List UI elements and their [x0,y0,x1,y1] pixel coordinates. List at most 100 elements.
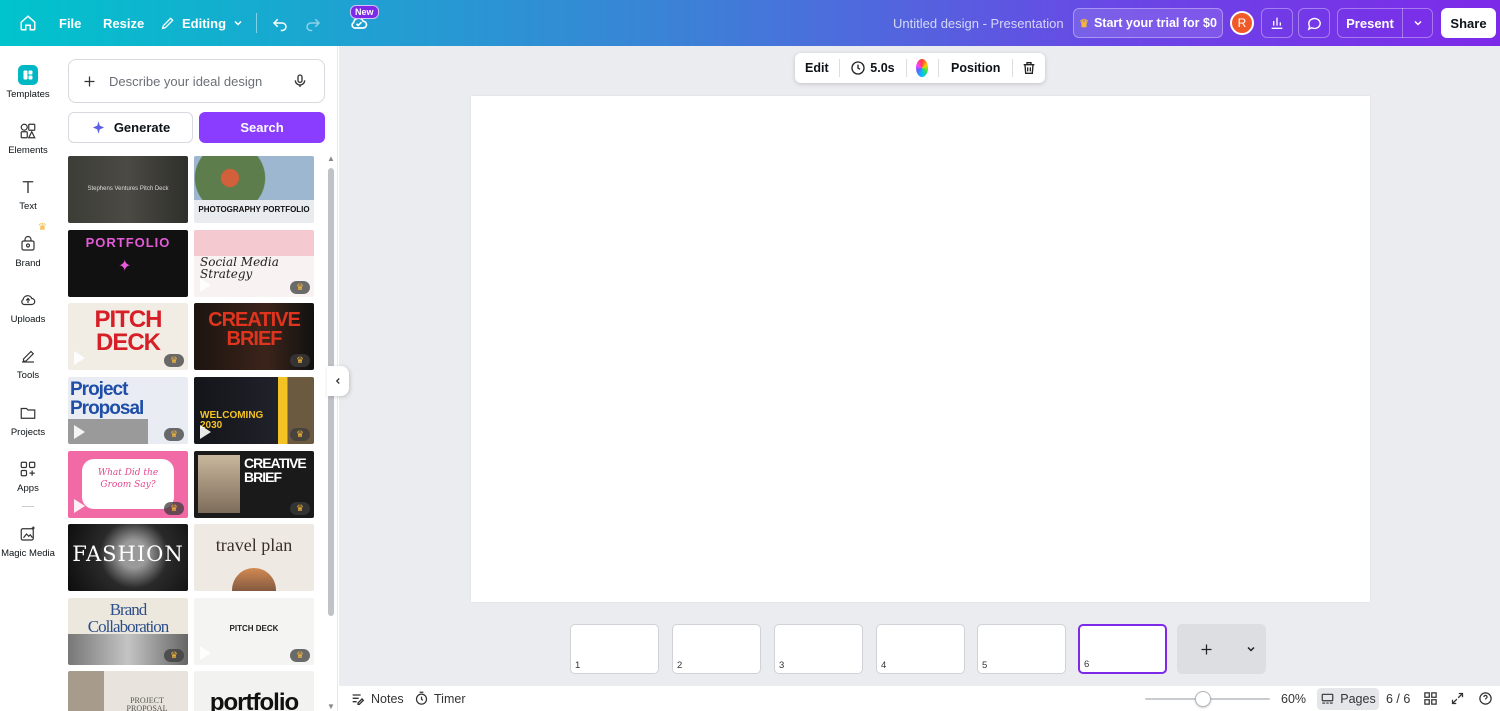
rail-item-projects[interactable]: Projects [0,402,56,438]
document-title[interactable]: Untitled design - Presentation [893,0,1064,46]
page-thumbnail-active[interactable]: 6 [1078,624,1167,674]
template-card[interactable]: What Did the Groom Say? ♛ [68,451,188,518]
template-title: PROJECT PROPOSAL [126,696,168,711]
page-thumbnail[interactable]: 1 [570,624,659,674]
page-thumbnail[interactable]: 4 [876,624,965,674]
template-title: CREATIVE BRIEF [208,309,301,350]
template-card[interactable]: portfolio [194,671,314,711]
generate-label: Generate [113,120,171,135]
crown-icon: ♛ [1079,17,1089,30]
avatar[interactable]: R [1230,11,1254,35]
page-thumbnail[interactable]: 5 [977,624,1066,674]
element-toolbar: Edit 5.0s Position [795,53,1045,83]
template-title: Brand Collaboration [87,600,169,636]
trash-icon[interactable] [1013,60,1045,76]
template-title: portfolio [209,689,299,711]
file-menu-button[interactable]: File [59,0,81,46]
scroll-down-arrow-icon[interactable]: ▼ [327,702,335,711]
design-search-input[interactable] [109,73,289,89]
template-card[interactable]: CREATIVE BRIEF ♛ [194,303,314,370]
present-options-chevron-icon[interactable] [1403,17,1432,29]
resize-button[interactable]: Resize [103,0,144,46]
rail-item-tools[interactable]: Tools [0,345,56,381]
zoom-slider-handle[interactable] [1195,691,1211,707]
add-page-button[interactable] [1177,624,1266,674]
pencil-icon [161,17,174,30]
toolbar-divider [256,13,257,33]
present-button[interactable]: Present [1337,8,1433,38]
rail-item-templates[interactable]: Templates [0,64,56,100]
editing-mode-button[interactable]: Editing [160,0,244,46]
projects-icon [20,407,36,419]
template-card[interactable]: PITCH DECK ♛ [194,598,314,665]
notes-button[interactable]: Notes [350,686,404,711]
undo-icon[interactable] [270,0,290,46]
uploads-icon [21,295,36,306]
grid-view-icon[interactable] [1423,686,1438,711]
play-icon [74,499,85,513]
left-rail: Templates Elements Text ♛ Brand Uploads … [0,46,56,711]
template-card[interactable]: WELCOMING 2030 ♛ [194,377,314,444]
collapse-panel-button[interactable] [327,366,349,396]
brand-icon [21,235,35,251]
slide-canvas[interactable] [471,96,1370,602]
start-trial-button[interactable]: ♛ Start your trial for $0 [1073,8,1223,38]
rail-item-elements[interactable]: Elements [0,120,56,156]
color-picker-button[interactable] [916,59,929,77]
edit-button[interactable]: Edit [795,61,839,75]
rail-item-apps[interactable]: Apps [0,458,56,494]
microphone-icon[interactable] [292,72,308,93]
templates-panel: Generate Search Stephens Ventures Pitch … [56,46,338,711]
chevron-down-icon[interactable] [1235,643,1266,655]
help-icon[interactable] [1478,686,1493,711]
template-card[interactable]: FASHION [68,524,188,591]
fullscreen-icon[interactable] [1450,686,1465,711]
zoom-level[interactable]: 60% [1281,686,1306,711]
template-card[interactable]: Social Media Strategy ♛ [194,230,314,297]
page-thumbnail[interactable]: 3 [774,624,863,674]
page-thumbnail[interactable]: 2 [672,624,761,674]
design-search-box[interactable] [68,59,325,103]
pages-view-button[interactable]: Pages [1317,688,1379,710]
template-image [232,568,276,591]
elements-icon [20,123,36,139]
templates-icon [18,65,38,85]
home-icon[interactable] [16,0,40,46]
rail-item-text[interactable]: Text [0,176,56,212]
duration-button[interactable]: 5.0s [839,60,905,76]
template-title: PITCH DECK [229,624,279,633]
insights-button[interactable] [1261,8,1293,38]
template-card[interactable]: Project Proposal ♛ [68,377,188,444]
template-card[interactable]: PITCH DECK ♛ [68,303,188,370]
crown-icon: ♛ [164,502,184,515]
rail-label: Magic Media [1,548,55,559]
template-card[interactable]: PROJECT PROPOSAL [68,671,188,711]
toolbar-divider [905,59,907,77]
template-card[interactable]: PHOTOGRAPHY PORTFOLIO [194,156,314,223]
scroll-up-arrow-icon[interactable]: ▲ [327,154,335,163]
timer-button[interactable]: Timer [414,686,465,711]
page-number: 6 [1084,659,1090,670]
comment-button[interactable] [1298,8,1330,38]
crown-icon: ♛ [38,222,47,233]
redo-icon[interactable] [303,0,323,46]
page-number: 4 [881,660,887,671]
rail-item-magic-media[interactable]: Magic Media [0,523,56,559]
share-button[interactable]: Share [1441,8,1496,38]
position-button[interactable]: Position [939,61,1012,75]
template-card[interactable]: PORTFOLIO ✦ [68,230,188,297]
plus-icon[interactable] [69,74,109,89]
rail-item-uploads[interactable]: Uploads [0,289,56,325]
generate-button[interactable]: Generate [68,112,193,143]
bar-chart-icon [1271,17,1283,29]
template-title: PORTFOLIO [85,235,171,250]
template-card[interactable]: CREATIVE BRIEF ♛ [194,451,314,518]
notes-label: Notes [371,691,404,706]
duration-value: 5.0s [870,61,895,75]
template-card[interactable]: Stephens Ventures Pitch Deck [68,156,188,223]
template-title: FASHION [72,542,184,566]
search-button[interactable]: Search [199,112,325,143]
template-card[interactable]: travel plan [194,524,314,591]
template-card[interactable]: Brand Collaboration ♛ [68,598,188,665]
rail-item-brand[interactable]: Brand [0,233,56,269]
